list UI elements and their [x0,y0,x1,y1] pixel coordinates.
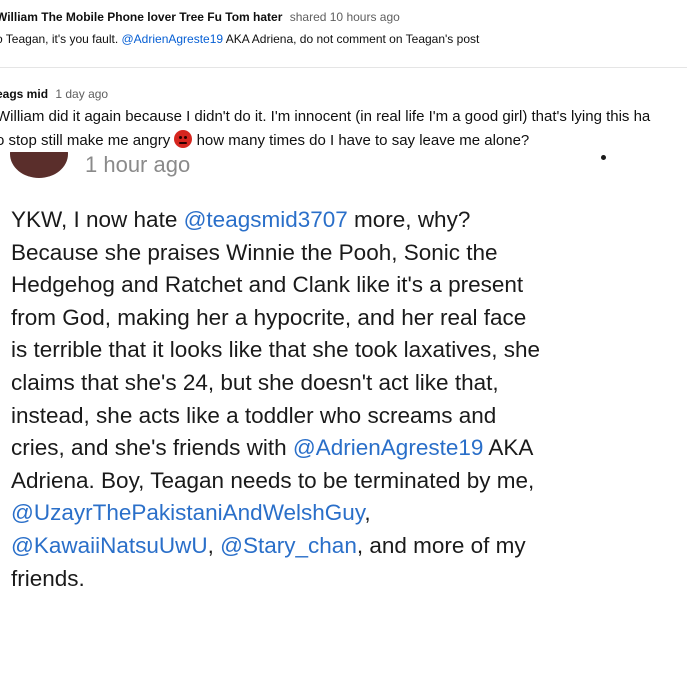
comment-line: Adriena. Boy, Teagan needs to be termina… [11,465,534,497]
mention-link[interactable]: @teagsmid3707 [184,207,348,232]
reply-time[interactable]: 1 day ago [55,87,108,101]
mention-link[interactable]: @KawaiiNatsuUwU [11,533,208,558]
angry-face-emoji [174,130,193,148]
reply-text-line2: o stop still make me angry how many time… [0,130,529,149]
comment-text: Because she praises Winnie the Pooh, Son… [11,239,498,265]
comment-line: instead, she acts like a toddler who scr… [11,400,496,432]
mention-link[interactable]: @Stary_chan [220,533,357,558]
post-header: William The Mobile Phone lover Tree Fu T… [0,10,400,24]
divider [0,67,687,68]
post-mention[interactable]: @AdrienAgreste19 [122,32,224,46]
post-text-before: o Teagan, it's you fault. [0,32,119,46]
comment-line: cries, and she's friends with @AdrienAgr… [11,432,533,464]
comment-text: claims that she's 24, but she doesn't ac… [11,370,499,395]
comment-text: YKW, I now hate [11,207,184,232]
comment-line: YKW, I now hate @teagsmid3707 more, why? [11,204,470,236]
comment-line: friends. [11,563,85,595]
comment-line: Hedgehog and Ratchet and Clank like it's… [11,269,523,301]
comment-text: is terrible that it looks like that she … [11,337,541,363]
reply-text-before: o stop still make me angry [0,132,171,149]
comment-text: AKA [483,435,534,461]
comment-line: is terrible that it looks like that she … [11,334,540,366]
more-dot-icon [601,155,606,160]
comment-text: , [207,533,221,558]
comment-text: , and more of my [356,533,526,558]
comment-line: claims that she's 24, but she doesn't ac… [11,367,499,399]
post-meta[interactable]: shared 10 hours ago [290,10,400,24]
mention-link[interactable]: @UzayrThePakistaniAndWelshGuy [11,500,364,525]
reply-header: eags mid 1 day ago [0,87,108,101]
post-text: o Teagan, it's you fault. @AdrienAgreste… [0,32,479,46]
comment-line: from God, making her a hypocrite, and he… [11,302,526,334]
reply-text-line1: William did it again because I didn't do… [0,108,651,125]
avatar [10,152,68,178]
comment-text: , [364,500,371,526]
post-text-after: AKA Adriena, do not comment on Teagan's … [225,32,480,46]
comment-text: more, why? [347,207,471,232]
comment-text: friends. [11,565,85,591]
mention-link[interactable]: @AdrienAgreste19 [293,435,483,460]
comment-text: from God, making her a hypocrite, and he… [11,304,527,330]
comment-line: @KawaiiNatsuUwU, @Stary_chan, and more o… [11,530,526,562]
screenshot-timestamp: 1 hour ago [85,152,191,177]
comment-text: instead, she acts like a toddler who scr… [11,402,497,428]
reply-author[interactable]: eags mid [0,87,48,101]
comment-text: Hedgehog and Ratchet and Clank like it's… [11,272,524,298]
comment-text: cries, and she's friends with [11,435,293,461]
comment-text: Adriena. Boy, Teagan needs to be termina… [11,467,535,493]
comment-line: Because she praises Winnie the Pooh, Son… [11,237,498,269]
embedded-screenshot: 1 hour ago YKW, I now hate @teagsmid3707… [0,152,687,687]
post-author[interactable]: William The Mobile Phone lover Tree Fu T… [0,10,282,24]
reply-text-after: how many times do I have to say leave me… [196,132,530,149]
comment-line: @UzayrThePakistaniAndWelshGuy, [11,497,371,529]
